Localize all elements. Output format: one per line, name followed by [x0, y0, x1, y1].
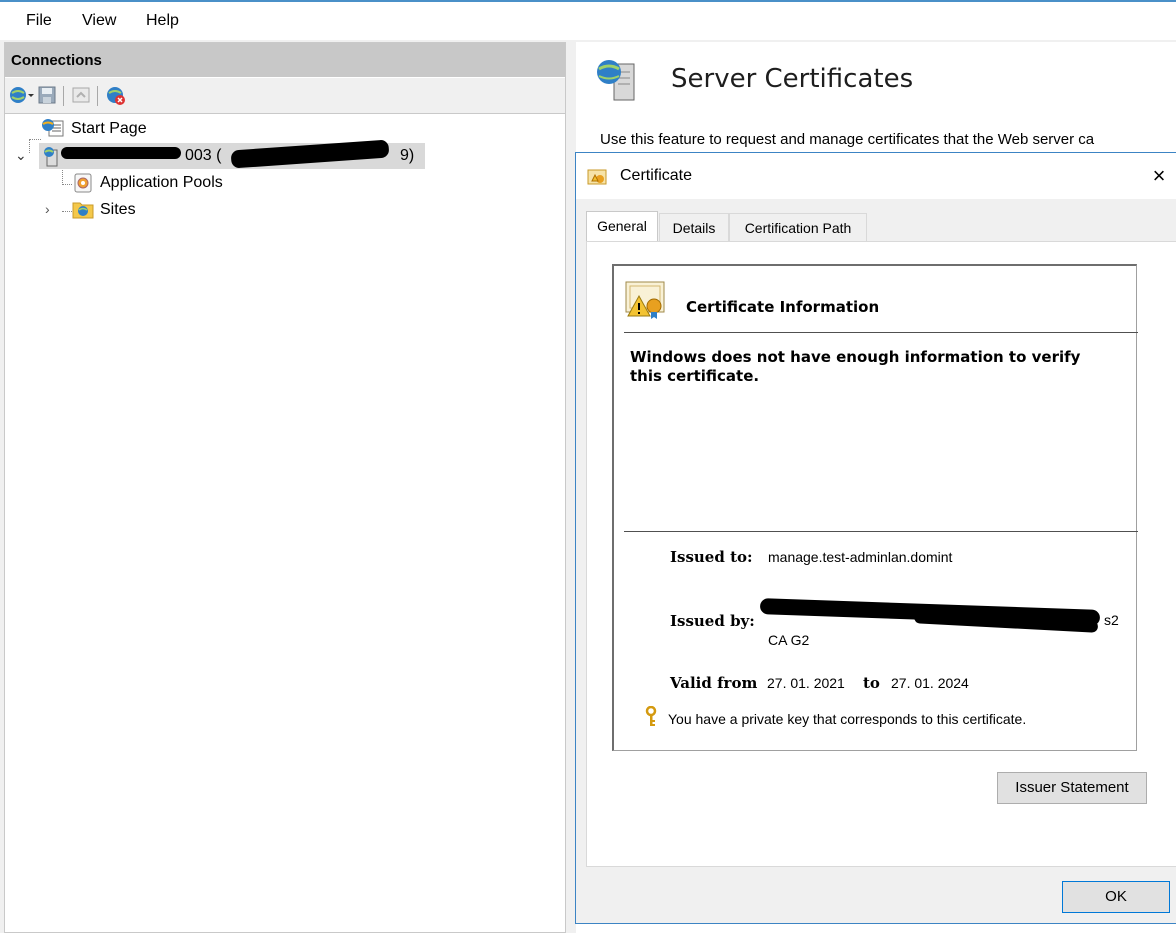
valid-from-label: Valid from: [670, 674, 758, 692]
menu-file[interactable]: File: [26, 12, 52, 30]
toolbar-divider: [97, 86, 98, 106]
tree-connector: [29, 139, 31, 153]
tree-item-start-page[interactable]: Start Page: [71, 120, 147, 138]
collapse-chevron-icon[interactable]: ⌄: [15, 147, 27, 164]
connections-toolbar: [5, 78, 565, 114]
close-icon[interactable]: ×: [1144, 161, 1174, 191]
general-tab-panel: Certificate Information Windows does not…: [586, 241, 1176, 867]
menu-view[interactable]: View: [82, 12, 116, 30]
redaction: [61, 147, 181, 159]
key-icon: [644, 705, 658, 728]
expand-chevron-icon[interactable]: ›: [45, 201, 50, 217]
issued-by-label: Issued by:: [670, 612, 755, 630]
valid-to-label: to: [863, 674, 880, 692]
tree-item-server-fragment: 003 (: [185, 147, 222, 164]
private-key-note: You have a private key that corresponds …: [668, 711, 1027, 727]
connect-globe-icon[interactable]: [9, 85, 34, 105]
sites-folder-icon: [71, 198, 95, 220]
issuer-statement-button[interactable]: Issuer Statement: [997, 772, 1147, 804]
divider: [624, 332, 1138, 333]
divider: [624, 531, 1138, 532]
disconnect-icon[interactable]: [105, 85, 125, 105]
application-pools-icon: [71, 171, 95, 195]
start-page-icon: [39, 117, 67, 137]
tab-details[interactable]: Details: [659, 213, 729, 241]
tree-item-application-pools[interactable]: Application Pools: [100, 174, 223, 192]
certificate-info-box: Certificate Information Windows does not…: [612, 264, 1138, 751]
connections-pane: Connections Start Page ⌄ 003 ( 9) Applic…: [4, 42, 566, 933]
certificate-warning-icon: [624, 280, 668, 320]
server-icon: [41, 145, 61, 167]
connections-header: Connections: [5, 43, 565, 77]
dialog-title: Certificate: [620, 167, 693, 184]
tree-item-server-tail: 9): [400, 147, 415, 164]
menu-help[interactable]: Help: [146, 12, 179, 30]
tab-general[interactable]: General: [586, 211, 658, 243]
certificate-info-heading: Certificate Information: [686, 298, 880, 316]
issued-by-line2: CA G2: [768, 632, 810, 648]
certificate-icon: [586, 167, 610, 187]
ok-button[interactable]: OK: [1062, 881, 1170, 913]
toolbar-divider: [63, 86, 64, 106]
valid-from-date: 27. 01. 2021: [767, 675, 845, 691]
page-title: Server Certificates: [671, 64, 914, 94]
feature-description: Use this feature to request and manage c…: [600, 131, 1095, 148]
save-icon[interactable]: [37, 85, 57, 105]
up-level-icon[interactable]: [71, 85, 91, 105]
tab-certification-path[interactable]: Certification Path: [729, 213, 867, 241]
tree-item-sites[interactable]: Sites: [100, 201, 136, 219]
server-certificates-icon: [594, 56, 642, 106]
issued-to-value: manage.test-adminlan.domint: [768, 549, 953, 565]
tree-connector: [29, 139, 41, 141]
certificate-dialog: Certificate × General Details Certificat…: [575, 152, 1176, 924]
verification-warning-text: Windows does not have enough information…: [630, 348, 1081, 385]
issued-by-tail: s2: [1104, 612, 1119, 628]
valid-to-date: 27. 01. 2024: [891, 675, 969, 691]
issued-to-label: Issued to:: [670, 548, 753, 566]
menu-bar: File View Help: [0, 0, 1176, 40]
